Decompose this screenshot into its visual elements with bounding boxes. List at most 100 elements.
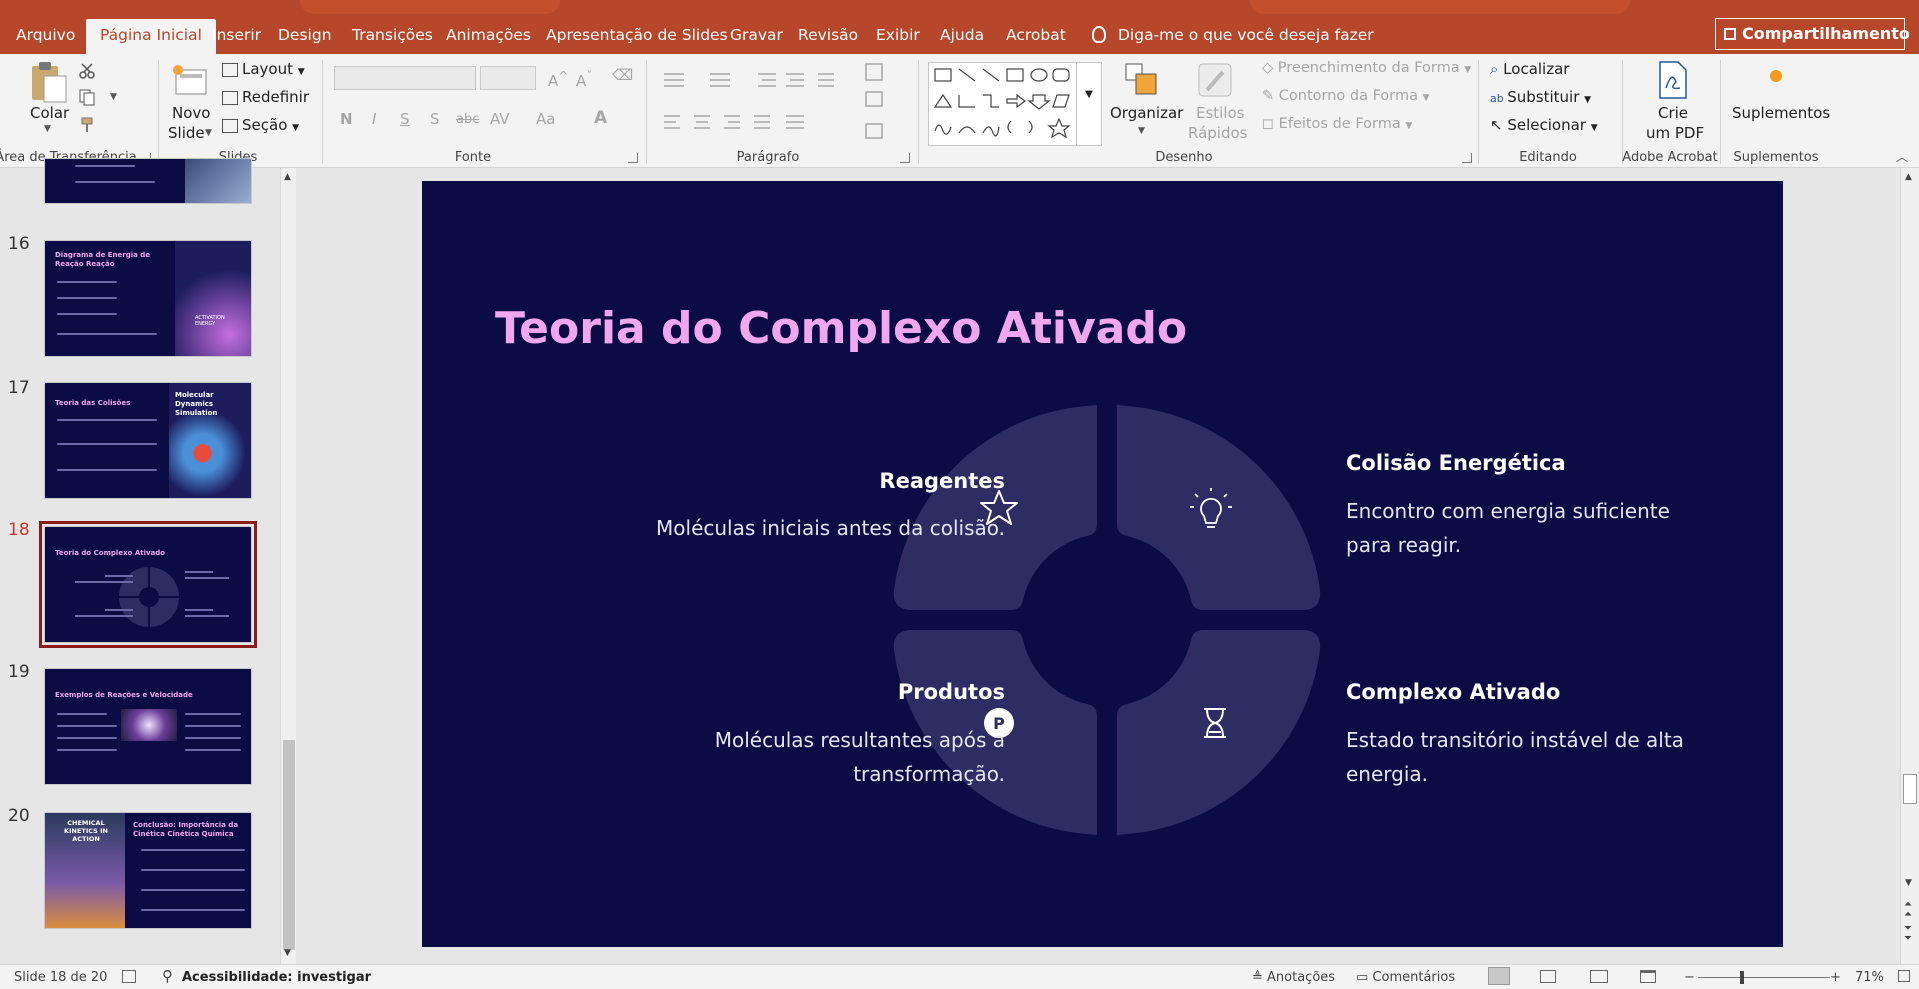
shapes-more-button[interactable]: ▼ <box>1076 62 1102 146</box>
scroll-down-icon[interactable]: ▼ <box>1905 878 1912 888</box>
cut-icon[interactable] <box>78 62 96 80</box>
slide-thumbnail-partial[interactable] <box>44 158 252 204</box>
pdf-icon[interactable] <box>1656 60 1690 100</box>
zoom-out-icon[interactable]: − <box>1684 970 1695 985</box>
tab-apresentacao[interactable]: Apresentação de Slides <box>540 24 734 54</box>
section-button[interactable]: Seção ▼ <box>222 116 299 134</box>
item-heading-reagentes[interactable]: Reagentes <box>747 469 1005 493</box>
normal-view-icon[interactable] <box>1488 967 1510 985</box>
replace-button[interactable]: ab Substituir ▼ <box>1490 88 1591 106</box>
collapse-ribbon-icon[interactable]: ︿ <box>1896 148 1908 165</box>
italic-button[interactable]: I <box>372 110 376 128</box>
addins-button[interactable]: Suplementos <box>1732 104 1830 122</box>
tab-ajuda[interactable]: Ajuda <box>934 24 990 54</box>
tab-design[interactable]: Design <box>272 24 338 54</box>
slide-sorter-icon[interactable] <box>1540 970 1556 983</box>
find-button[interactable]: ⌕ Localizar <box>1490 60 1569 78</box>
arrange-icon[interactable] <box>1122 60 1162 100</box>
quick-styles-label[interactable]: Rápidos <box>1188 124 1248 142</box>
char-spacing-button[interactable]: AV <box>490 110 510 128</box>
slide-title[interactable]: Teoria do Complexo Ativado <box>495 303 1187 354</box>
tab-arquivo[interactable]: Arquivo <box>10 24 81 54</box>
bold-button[interactable]: N <box>340 110 353 128</box>
paste-button[interactable] <box>28 60 70 104</box>
slide-thumbnail-19[interactable]: Exemplos de Reações e Velocidade <box>44 668 252 785</box>
tab-exibir[interactable]: Exibir <box>870 24 926 54</box>
quick-styles-icon[interactable] <box>1195 60 1235 100</box>
create-pdf-label[interactable]: Crie <box>1658 104 1688 122</box>
layout-button[interactable]: Layout ▼ <box>222 60 305 78</box>
underline-button[interactable]: S <box>400 110 410 128</box>
create-pdf-label[interactable]: um PDF <box>1646 124 1704 142</box>
copy-icon[interactable] <box>78 88 96 106</box>
chevron-down-icon[interactable]: ▼ <box>44 124 51 134</box>
format-painter-icon[interactable] <box>78 116 96 134</box>
item-heading-colisao[interactable]: Colisão Energética <box>1346 451 1566 475</box>
scroll-up-icon[interactable]: ▲ <box>284 172 291 182</box>
slide-thumbnail-17[interactable]: Teoria das Colisões Molecular Dynamics S… <box>44 382 252 499</box>
shadow-button[interactable]: S <box>430 110 440 128</box>
accessibility-icon[interactable]: ⚲ <box>162 967 173 985</box>
arrange-label[interactable]: Organizar <box>1110 104 1183 122</box>
scroll-down-icon[interactable]: ▼ <box>284 948 291 958</box>
chevron-down-icon[interactable]: ▼ <box>205 128 212 138</box>
strikethrough-button[interactable]: abc <box>456 112 479 127</box>
tab-pagina-inicial[interactable]: Página Inicial <box>86 19 216 54</box>
tab-inserir[interactable]: Inserir <box>206 24 267 54</box>
clear-format-icon[interactable]: ⌫ <box>612 66 633 84</box>
slideshow-icon[interactable] <box>1640 970 1656 983</box>
next-slide-icon[interactable]: ⏷ ⏷ <box>1904 924 1912 944</box>
new-slide-label[interactable]: Novo <box>172 104 210 122</box>
chevron-down-icon[interactable]: ▼ <box>110 92 117 102</box>
font-color-icon[interactable]: A <box>594 108 607 128</box>
font-size-select[interactable] <box>480 66 536 90</box>
tab-revisao[interactable]: Revisão <box>792 24 864 54</box>
chevron-down-icon[interactable]: ▼ <box>1138 126 1145 136</box>
zoom-slider[interactable] <box>1698 971 1830 984</box>
slide-thumbnail-18[interactable]: Teoria do Complexo Ativado <box>39 521 257 648</box>
text-direction-icons[interactable] <box>862 62 902 152</box>
quick-styles-label[interactable]: Estilos <box>1196 104 1245 122</box>
thumbnail-scrollbar[interactable]: ▲ ▼ <box>280 168 296 964</box>
share-button[interactable]: Compartilhamento ▼ <box>1715 18 1910 50</box>
tell-me-search[interactable]: Diga-me o que você deseja fazer <box>1092 24 1374 46</box>
shrink-font-icon[interactable]: Aˇ <box>576 68 593 90</box>
slide-thumbnail-20[interactable]: CHEMICAL KINETICS IN ACTION Conclusão: I… <box>44 812 252 929</box>
spellcheck-icon[interactable] <box>122 970 136 983</box>
reading-view-icon[interactable] <box>1590 970 1608 983</box>
zoom-in-icon[interactable]: + <box>1830 970 1841 985</box>
item-text-complexo[interactable]: Estado transitório instável de alta ener… <box>1346 723 1716 791</box>
item-text-reagentes[interactable]: Moléculas iniciais antes da colisão. <box>485 511 1005 545</box>
comments-button[interactable]: ▭ Comentários <box>1356 970 1455 985</box>
font-launcher-icon[interactable] <box>628 153 638 163</box>
shapes-gallery[interactable] <box>928 62 1078 146</box>
item-text-produtos[interactable]: Moléculas resultantes após a transformaç… <box>655 723 1005 791</box>
shape-effects-button[interactable]: ◻ Efeitos de Forma ▼ <box>1262 116 1412 132</box>
shape-outline-button[interactable]: ✎ Contorno da Forma ▼ <box>1262 88 1430 104</box>
scrollbar-thumb[interactable] <box>1903 774 1917 804</box>
fit-slide-icon[interactable] <box>1898 970 1910 982</box>
grow-font-icon[interactable]: A^ <box>548 68 569 90</box>
drawing-launcher-icon[interactable] <box>1462 153 1472 163</box>
change-case-button[interactable]: Aa <box>536 110 555 128</box>
item-text-colisao[interactable]: Encontro com energia suficiente para rea… <box>1346 494 1716 562</box>
accessibility-status[interactable]: Acessibilidade: investigar <box>182 970 371 985</box>
previous-slide-icon[interactable]: ⏶ ⏶ <box>1904 900 1912 920</box>
tab-animacoes[interactable]: Animações <box>440 24 537 54</box>
new-slide-button[interactable] <box>170 62 210 98</box>
main-scrollbar[interactable]: ▲ ▼ ⏶ ⏶ ⏷ ⏷ <box>1900 168 1919 964</box>
addins-icon[interactable] <box>1770 70 1782 82</box>
shape-fill-button[interactable]: ◇ Preenchimento da Forma ▼ <box>1262 60 1471 76</box>
reset-button[interactable]: Redefinir <box>222 88 309 106</box>
notes-button[interactable]: ≜ Anotações <box>1252 970 1335 985</box>
tab-acrobat[interactable]: Acrobat <box>1000 24 1072 54</box>
scrollbar-thumb[interactable] <box>283 740 295 950</box>
select-button[interactable]: ↖ Selecionar ▼ <box>1490 116 1598 134</box>
new-slide-label[interactable]: Slide <box>168 124 205 142</box>
zoom-slider-thumb[interactable] <box>1740 971 1744 984</box>
zoom-level[interactable]: 71% <box>1855 970 1884 985</box>
paste-label[interactable]: Colar <box>30 104 69 122</box>
scroll-up-icon[interactable]: ▲ <box>1905 172 1912 182</box>
tab-gravar[interactable]: Gravar <box>724 24 789 54</box>
slide-thumbnail-16[interactable]: Diagrama de Energia de Reação Reação ACT… <box>44 240 252 357</box>
